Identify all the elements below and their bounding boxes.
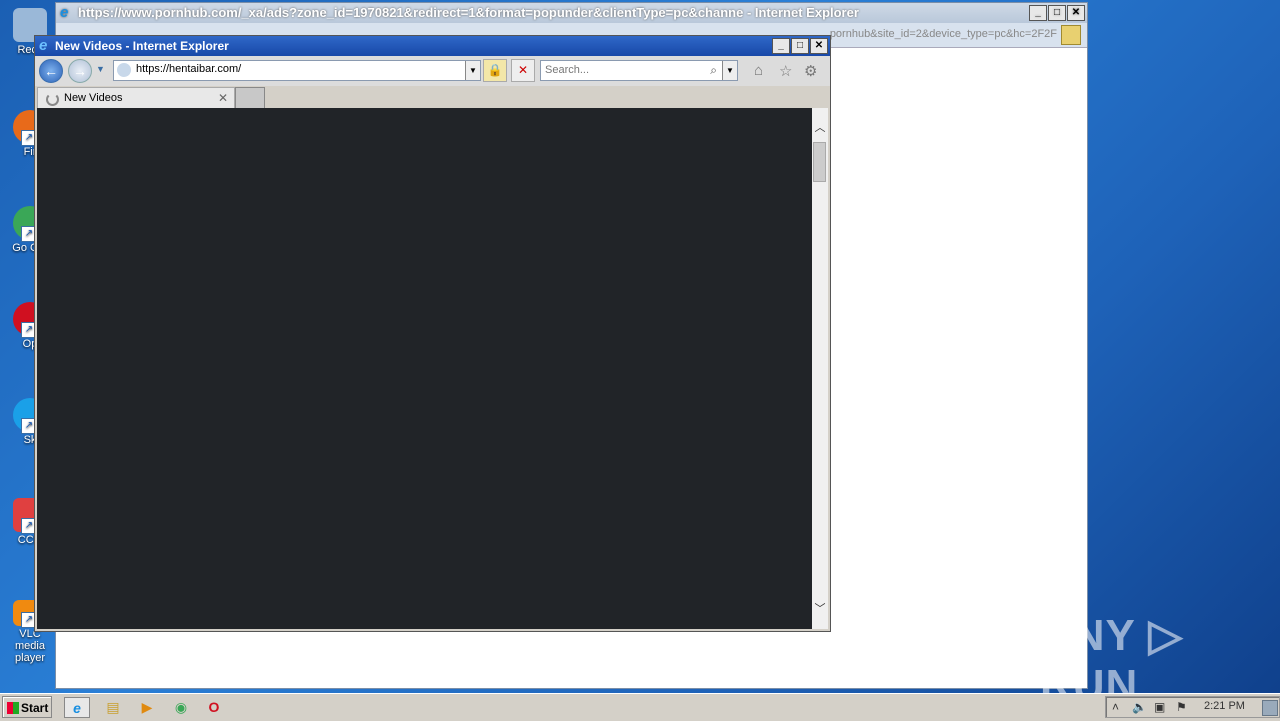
taskbar-chrome-icon[interactable]: ◉ (168, 697, 194, 718)
front-ie-window[interactable]: e New Videos - Internet Explorer _ □ ✕ ←… (34, 35, 831, 632)
search-dropdown-icon[interactable]: ▼ (722, 61, 737, 80)
scroll-up-icon[interactable]: ︿ (812, 120, 828, 136)
front-window-title: New Videos - Internet Explorer (55, 39, 229, 53)
windows-flag-icon (7, 702, 19, 714)
minimize-button[interactable]: _ (772, 38, 790, 54)
back-window-address-text: pornhub&site_id=2&device_type=pc&hc=2F2F (829, 28, 1057, 40)
network-icon[interactable]: ▣ (1154, 700, 1165, 714)
favorites-star-icon[interactable]: ☆ (779, 62, 792, 80)
lock-icon[interactable] (1061, 25, 1081, 45)
clock[interactable]: 2:21 PM (1204, 700, 1245, 712)
ie-logo-icon: e (60, 4, 69, 21)
back-button[interactable]: ← (39, 59, 63, 83)
vertical-scrollbar[interactable]: ︿ ﹀ (812, 108, 828, 629)
back-window-titlebar[interactable]: e https://www.pornhub.com/_xa/ads?zone_i… (56, 3, 1087, 23)
close-button[interactable]: ✕ (810, 38, 828, 54)
back-window-controls: _ □ ✕ (1029, 5, 1085, 21)
site-favicon-icon (117, 63, 131, 77)
stop-button[interactable]: ✕ (511, 59, 535, 82)
tab-label: New Videos (64, 92, 123, 104)
history-dropdown-icon[interactable]: ▼ (96, 64, 105, 74)
navigation-toolbar: ← → ▼ https://hentaibar.com/ ▼ 🔒 ✕ Searc… (35, 56, 830, 86)
show-hidden-icons-icon[interactable]: ˄ (1112, 700, 1119, 714)
volume-icon[interactable]: 🔈 (1132, 700, 1147, 714)
maximize-button[interactable]: □ (1048, 5, 1066, 21)
taskbar-ie-icon[interactable]: e (64, 697, 90, 718)
start-label: Start (21, 701, 49, 715)
forward-button[interactable]: → (68, 59, 92, 83)
taskbar-opera-icon[interactable]: O (201, 697, 227, 718)
address-bar[interactable]: https://hentaibar.com/ ▼ (113, 60, 481, 81)
show-desktop-button[interactable] (1262, 700, 1278, 716)
tab-bar: New Videos ✕ (35, 86, 830, 109)
taskbar-explorer-icon[interactable]: ▤ (100, 697, 126, 718)
start-button[interactable]: Start (2, 696, 52, 718)
minimize-button[interactable]: _ (1029, 5, 1047, 21)
tab-close-icon[interactable]: ✕ (218, 91, 228, 105)
front-window-controls: _ □ ✕ (772, 38, 828, 54)
back-window-title: https://www.pornhub.com/_xa/ads?zone_id=… (78, 5, 859, 20)
maximize-button[interactable]: □ (791, 38, 809, 54)
taskbar: Start e ▤ ▶ ◉ O ˄ 🔈 ▣ ⚑ 2:21 PM (0, 693, 1280, 721)
lock-icon[interactable]: 🔒 (483, 59, 507, 82)
address-dropdown-icon[interactable]: ▼ (465, 61, 480, 80)
close-button[interactable]: ✕ (1067, 5, 1085, 21)
system-tray: ˄ 🔈 ▣ ⚑ 2:21 PM (1105, 696, 1280, 718)
scroll-thumb[interactable] (813, 142, 826, 182)
gear-icon[interactable]: ⚙ (804, 62, 817, 80)
loading-spinner-icon (46, 93, 59, 106)
front-window-titlebar[interactable]: e New Videos - Internet Explorer _ □ ✕ (35, 36, 830, 56)
search-input[interactable]: Search... ⌕ ▼ (540, 60, 738, 81)
home-icon[interactable]: ⌂ (754, 62, 763, 79)
search-placeholder: Search... (545, 64, 590, 76)
page-content[interactable] (37, 108, 812, 629)
taskbar-media-player-icon[interactable]: ▶ (134, 697, 160, 718)
url-text[interactable]: https://hentaibar.com/ (136, 63, 241, 75)
new-tab-button[interactable] (235, 87, 265, 109)
ie-logo-icon: e (39, 37, 48, 54)
search-icon[interactable]: ⌕ (710, 63, 717, 78)
tab-new-videos[interactable]: New Videos ✕ (37, 87, 235, 109)
scroll-down-icon[interactable]: ﹀ (812, 601, 828, 617)
desktop-icon-label: VLC media player (15, 628, 45, 664)
action-center-flag-icon[interactable]: ⚑ (1176, 700, 1187, 714)
